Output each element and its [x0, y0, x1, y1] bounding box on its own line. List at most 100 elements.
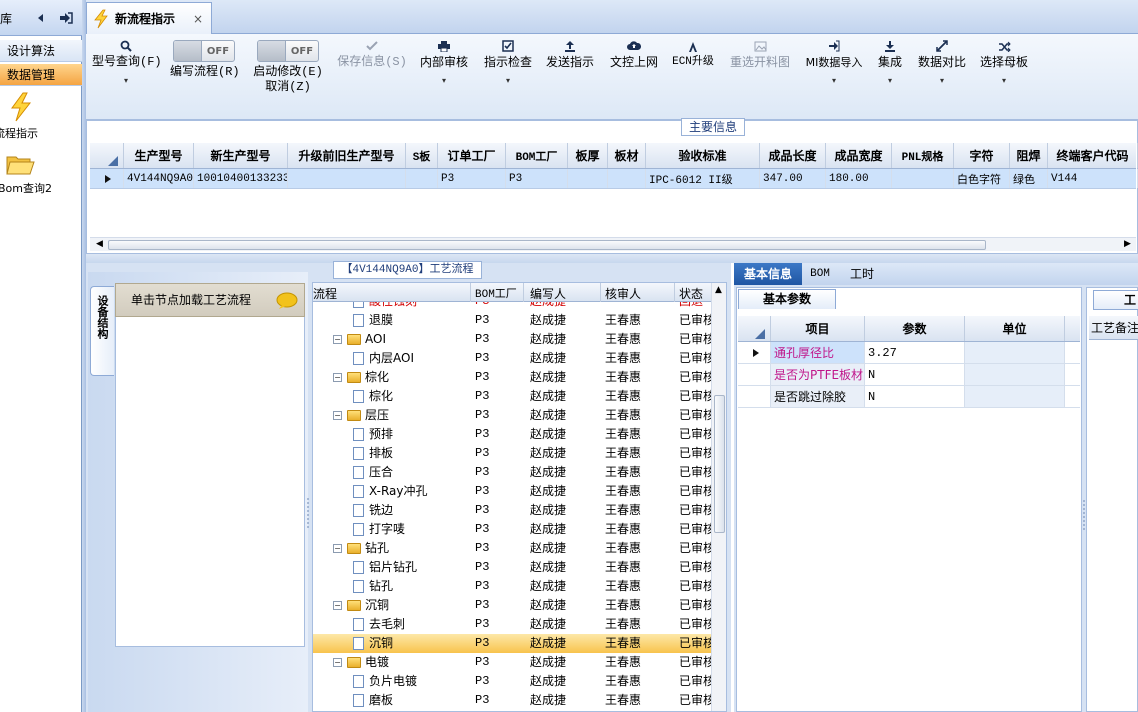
tree-node[interactable]: X-Ray冲孔	[353, 482, 468, 501]
tree-row[interactable]: − 棕化 P3 赵成捷 王春惠 已审核	[313, 368, 717, 387]
tree-row[interactable]: 打字唛 P3 赵成捷 王春惠 已审核	[313, 520, 717, 539]
table-cell[interactable]	[288, 169, 406, 188]
doc-control-online-button[interactable]: 文控上网	[606, 34, 662, 118]
tree-row[interactable]: 铣边 P3 赵成捷 王春惠 已审核	[313, 501, 717, 520]
start-modify-toggle[interactable]: OFF 启动修改(E) 取消(Z)	[252, 34, 324, 118]
column-header-writer[interactable]: 编写人	[530, 285, 566, 302]
column-header[interactable]: 终端客户代码	[1048, 143, 1138, 168]
tree-row[interactable]: 预排 P3 赵成捷 王春惠 已审核	[313, 425, 717, 444]
table-cell[interactable]: IPC-6012 II级	[646, 169, 760, 188]
reselect-cutting-drawing-button[interactable]: 重选开料图	[726, 34, 794, 118]
dropdown-arrow-icon[interactable]: ▾	[92, 76, 160, 85]
column-header[interactable]: 阻焊	[1010, 143, 1048, 168]
write-process-toggle[interactable]: OFF 编写流程(R)	[170, 34, 240, 118]
process-tree[interactable]: 流程 BOM工厂 编写人 核审人 状态 酸性蚀刻P3赵成捷回退退膜P3赵成捷王春…	[312, 282, 727, 712]
column-header-param[interactable]: 参数	[865, 316, 965, 341]
collapse-toggle-icon[interactable]: −	[333, 373, 342, 382]
tree-node[interactable]: 酸性蚀刻	[353, 302, 468, 311]
tree-row[interactable]: 退膜 P3 赵成捷 王春惠 已审核	[313, 311, 717, 330]
nav-item-process-instruction[interactable]: 流程指示	[0, 92, 82, 142]
collapse-toggle-icon[interactable]: −	[333, 601, 342, 610]
table-cell[interactable]: 180.00	[826, 169, 892, 188]
integrate-button[interactable]: 集成 ▾	[872, 34, 908, 118]
select-master-board-button[interactable]: 选择母板 ▾	[976, 34, 1032, 118]
table-cell[interactable]: 4V144NQ9A0	[124, 169, 194, 188]
internal-review-button[interactable]: 内部审核 ▾	[416, 34, 472, 118]
tab-work-hours[interactable]: 工时	[844, 263, 880, 285]
tree-row[interactable]: 排板 P3 赵成捷 王春惠 已审核	[313, 444, 717, 463]
tree-node[interactable]: − 钻孔	[333, 539, 468, 558]
tree-row[interactable]: 压合 P3 赵成捷 王春惠 已审核	[313, 463, 717, 482]
table-cell[interactable]	[568, 169, 608, 188]
param-cell-value[interactable]: 3.27	[865, 342, 965, 363]
toggle-switch[interactable]: OFF	[173, 40, 235, 62]
dropdown-arrow-icon[interactable]: ▾	[416, 76, 472, 85]
tree-row[interactable]: − 层压 P3 赵成捷 王春惠 已审核	[313, 406, 717, 425]
vertical-scrollbar[interactable]: ▲	[711, 283, 726, 711]
column-header[interactable]: S板	[406, 143, 438, 168]
column-header[interactable]: BOM工厂	[506, 143, 568, 168]
param-cell-item[interactable]: 通孔厚径比	[771, 342, 865, 363]
table-row[interactable]: 是否跳过除胶 N	[738, 386, 1080, 408]
column-header[interactable]: 生产型号	[124, 143, 194, 168]
tree-row[interactable]: 沉铜 P3 赵成捷 王春惠 已审核	[313, 634, 717, 653]
scroll-right-icon[interactable]: ▶	[1124, 239, 1131, 249]
collapse-toggle-icon[interactable]: −	[333, 658, 342, 667]
splitter-grip[interactable]	[306, 498, 311, 528]
tree-node[interactable]: 棕化	[353, 387, 468, 406]
scroll-up-icon[interactable]: ▲	[715, 285, 722, 295]
data-compare-button[interactable]: 数据对比 ▾	[914, 34, 970, 118]
tree-row[interactable]: 去毛刺 P3 赵成捷 王春惠 已审核	[313, 615, 717, 634]
save-info-button[interactable]: 保存信息(S)	[336, 34, 408, 118]
column-header[interactable]: 板厚	[568, 143, 608, 168]
column-header[interactable]: 新生产型号	[194, 143, 288, 168]
tree-node[interactable]: 磨板	[353, 691, 468, 710]
param-cell-unit[interactable]	[965, 386, 1065, 407]
section-design-algorithm[interactable]: 设计算法	[0, 40, 82, 62]
param-cell-unit[interactable]	[965, 342, 1065, 363]
tree-row[interactable]: 内层AOI P3 赵成捷 王春惠 已审核	[313, 349, 717, 368]
tree-node[interactable]: 铝片钻孔	[353, 558, 468, 577]
column-header-unit[interactable]: 单位	[965, 316, 1065, 341]
tab-basic-info[interactable]: 基本信息	[734, 263, 802, 285]
column-header[interactable]: 成品宽度	[826, 143, 892, 168]
tab-bom[interactable]: BOM	[804, 263, 836, 285]
collapse-left-icon[interactable]	[33, 10, 49, 26]
tab-close-icon[interactable]: ×	[193, 12, 203, 26]
tree-row[interactable]: − 钻孔 P3 赵成捷 王春惠 已审核	[313, 539, 717, 558]
tree-node[interactable]: − 电镀	[333, 653, 468, 672]
tree-row[interactable]: − AOI P3 赵成捷 王春惠 已审核	[313, 330, 717, 349]
column-header[interactable]: 成品长度	[760, 143, 826, 168]
collapse-toggle-icon[interactable]: −	[333, 544, 342, 553]
tree-row[interactable]: 负片电镀 P3 赵成捷 王春惠 已审核	[313, 672, 717, 691]
dropdown-arrow-icon[interactable]: ▾	[914, 76, 970, 85]
tree-node[interactable]: 打字唛	[353, 520, 468, 539]
ecn-upgrade-button[interactable]: ECN升级	[666, 34, 720, 118]
tree-row[interactable]: 酸性蚀刻 P3赵成捷 回退	[313, 302, 717, 311]
dropdown-arrow-icon[interactable]: ▾	[872, 76, 908, 85]
table-cell[interactable]: 白色字符	[954, 169, 1010, 188]
column-header-status[interactable]: 状态	[679, 285, 703, 302]
param-cell-unit[interactable]	[965, 364, 1065, 385]
scroll-thumb[interactable]	[108, 240, 986, 250]
tree-node[interactable]: − AOI	[333, 330, 468, 349]
tree-row[interactable]: X-Ray冲孔 P3 赵成捷 王春惠 已审核	[313, 482, 717, 501]
column-header[interactable]: 字符	[954, 143, 1010, 168]
scroll-left-icon[interactable]: ◀	[96, 239, 103, 249]
column-header[interactable]: 板材	[608, 143, 646, 168]
tree-node[interactable]: 退膜	[353, 311, 468, 330]
table-cell[interactable]: 绿色	[1010, 169, 1048, 188]
tree-row[interactable]: 磨板 P3 赵成捷 王春惠 已审核	[313, 691, 717, 710]
scroll-thumb[interactable]	[714, 395, 725, 533]
table-cell[interactable]	[608, 169, 646, 188]
collapse-toggle-icon[interactable]: −	[333, 411, 342, 420]
tree-node[interactable]: 压合	[353, 463, 468, 482]
column-header-reviewer[interactable]: 核审人	[605, 285, 641, 302]
tree-row[interactable]: − 电镀 P3 赵成捷 王春惠 已审核	[313, 653, 717, 672]
column-header[interactable]: 验收标准	[646, 143, 760, 168]
tree-row[interactable]: − 沉铜 P3 赵成捷 王春惠 已审核	[313, 596, 717, 615]
tree-node[interactable]: − 沉铜	[333, 596, 468, 615]
process-remark-tab[interactable]: 工	[1093, 290, 1138, 310]
table-cell[interactable]: P3	[506, 169, 568, 188]
section-data-management[interactable]: 数据管理	[0, 64, 82, 86]
